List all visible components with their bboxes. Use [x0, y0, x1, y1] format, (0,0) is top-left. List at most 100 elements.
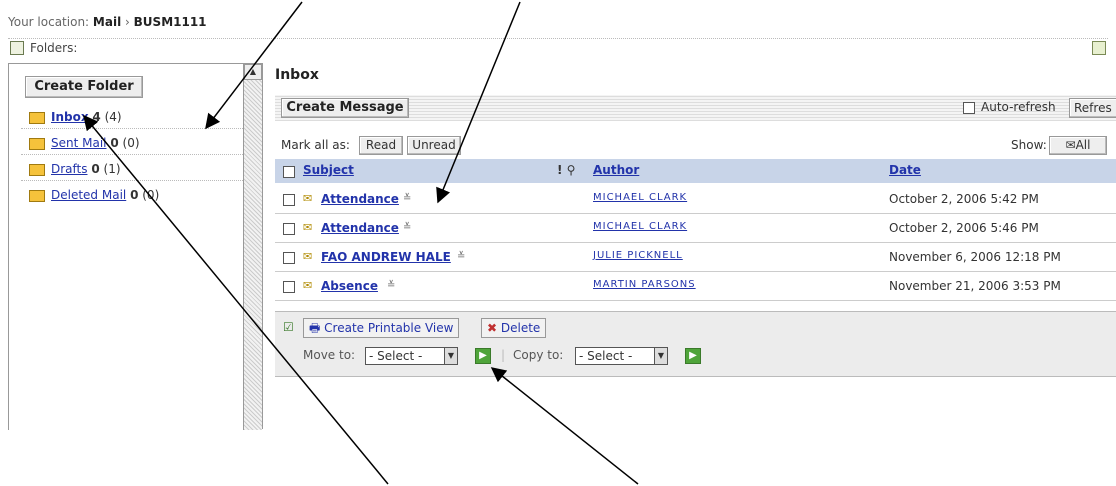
message-date: November 21, 2006 3:53 PM	[889, 279, 1061, 293]
sidebar-item-label[interactable]: Inbox	[51, 110, 89, 124]
divider: |	[501, 348, 506, 362]
mark-all-label: Mark all as:	[281, 138, 350, 152]
delete-label: Delete	[500, 321, 541, 335]
context-menu-icon[interactable]: ≚	[457, 251, 465, 262]
move-to-select[interactable]: - Select - ▼	[365, 347, 458, 365]
delete-icon: ✖	[487, 321, 498, 335]
sidebar-item-drafts[interactable]: Drafts 0 (1)	[21, 162, 245, 182]
date-column-header[interactable]: Date	[889, 163, 921, 177]
context-menu-icon[interactable]: ≚	[403, 222, 411, 233]
table-header: Subject ! ⚲ Author Date	[275, 159, 1116, 183]
move-to-value: - Select -	[369, 349, 423, 363]
message-subject[interactable]: Absence	[321, 279, 378, 293]
breadcrumb-course: BUSM1111	[133, 15, 207, 29]
message-author[interactable]: JULIE PICKNELL	[593, 250, 683, 261]
author-column-header[interactable]: Author	[593, 163, 639, 177]
breadcrumb-prefix: Your location:	[8, 15, 90, 29]
total-count: (4)	[104, 110, 122, 124]
create-printable-view-button[interactable]: 🖶 Create Printable View	[303, 318, 460, 338]
move-go-button[interactable]: ▶	[475, 348, 491, 364]
total-count: (0)	[142, 188, 160, 202]
row-checkbox[interactable]	[283, 194, 295, 206]
folder-icon	[29, 163, 45, 176]
mark-unread-button[interactable]: Unread	[407, 136, 461, 155]
show-value: All	[1075, 138, 1091, 152]
context-menu-icon[interactable]: ≚	[403, 193, 411, 204]
message-author[interactable]: MICHAEL CLARK	[593, 192, 687, 203]
folder-icon	[29, 137, 45, 150]
breadcrumb: Your location: Mail › BUSM1111	[8, 15, 207, 29]
open-folder-icon	[29, 111, 45, 124]
table-row[interactable]: ✉ Attendance ≚ MICHAEL CLARK October 2, …	[275, 214, 1116, 243]
scroll-up-arrow-icon[interactable]: ▲	[244, 64, 262, 80]
sidebar-item-deleted-mail[interactable]: Deleted Mail 0 (0)	[29, 188, 239, 208]
message-subject[interactable]: Attendance	[321, 221, 399, 235]
page-title: Inbox	[275, 67, 319, 83]
breadcrumb-mail[interactable]: Mail	[93, 15, 121, 29]
sidebar-item-sent-mail[interactable]: Sent Mail 0 (0)	[21, 136, 245, 156]
unread-count: 4	[92, 110, 101, 124]
flags-column-header: ! ⚲	[557, 163, 576, 177]
row-checkbox[interactable]	[283, 281, 295, 293]
message-date: November 6, 2006 12:18 PM	[889, 250, 1061, 264]
sidebar-item-label[interactable]: Deleted Mail	[51, 188, 126, 202]
table-row[interactable]: ✉ Absence ≚ MARTIN PARSONS November 21, …	[275, 272, 1116, 301]
mark-read-button[interactable]: Read	[359, 136, 403, 155]
envelope-icon: ✉	[303, 279, 313, 292]
unread-count: 0	[130, 188, 139, 202]
sidebar-scrollbar[interactable]: ▲	[243, 64, 262, 430]
breadcrumb-separator: ›	[125, 15, 130, 29]
table-row[interactable]: ✉ Attendance ≚ MICHAEL CLARK October 2, …	[275, 185, 1116, 214]
inbox-panel: Inbox Create Message Auto-refresh Refres…	[262, 63, 1116, 429]
copy-to-value: - Select -	[579, 349, 633, 363]
envelope-filter-icon: ✉	[1065, 138, 1076, 152]
row-checkbox[interactable]	[283, 252, 295, 264]
copy-go-button[interactable]: ▶	[685, 348, 701, 364]
check-all-icon[interactable]: ☑	[283, 320, 294, 334]
folder-icon	[29, 189, 45, 202]
sidebar-item-inbox[interactable]: Inbox 4 (4)	[21, 110, 245, 130]
message-author[interactable]: MARTIN PARSONS	[593, 279, 696, 290]
chevron-down-icon: ▼	[444, 348, 457, 364]
action-bar: ☑ 🖶 Create Printable View ✖ Delete Move …	[275, 311, 1116, 377]
select-all-checkbox[interactable]	[283, 166, 295, 178]
total-count: (1)	[103, 162, 121, 176]
printable-view-label: Create Printable View	[324, 321, 454, 335]
folders-toggle-icon[interactable]	[10, 41, 24, 55]
auto-refresh-label: Auto-refresh	[981, 100, 1056, 114]
auto-refresh-checkbox[interactable]	[963, 102, 975, 114]
chevron-down-icon: ▼	[654, 348, 667, 364]
sidebar-item-label[interactable]: Drafts	[51, 162, 88, 176]
message-date: October 2, 2006 5:42 PM	[889, 192, 1039, 206]
row-checkbox[interactable]	[283, 223, 295, 235]
sidebar-item-label[interactable]: Sent Mail	[51, 136, 107, 150]
copy-to-select[interactable]: - Select - ▼	[575, 347, 668, 365]
context-menu-icon[interactable]: ≚	[387, 280, 395, 291]
copy-to-label: Copy to:	[513, 348, 564, 362]
message-subject[interactable]: FAO ANDREW HALE	[321, 250, 451, 264]
printer-icon: 🖶	[309, 321, 321, 335]
message-subject[interactable]: Attendance	[321, 192, 399, 206]
message-author[interactable]: MICHAEL CLARK	[593, 221, 687, 232]
delete-button[interactable]: ✖ Delete	[481, 318, 547, 338]
export-icon[interactable]	[1092, 41, 1106, 55]
show-filter-select[interactable]: ✉All	[1049, 136, 1107, 155]
mark-all-bar: Mark all as: Read Unread Show: ✉All	[275, 135, 1116, 157]
folders-label: Folders:	[30, 41, 78, 55]
message-toolbar: Create Message Auto-refresh Refres	[275, 95, 1116, 121]
folders-bar: Folders:	[8, 38, 1108, 57]
message-date: October 2, 2006 5:46 PM	[889, 221, 1039, 235]
unread-count: 0	[91, 162, 100, 176]
refresh-button[interactable]: Refres	[1069, 98, 1116, 118]
subject-column-header[interactable]: Subject	[303, 163, 354, 177]
unread-count: 0	[110, 136, 119, 150]
total-count: (0)	[122, 136, 140, 150]
folder-sidebar: Create Folder Inbox 4 (4) Sent Mail 0 (0…	[8, 63, 262, 430]
show-label: Show:	[1011, 138, 1047, 152]
create-message-button[interactable]: Create Message	[281, 98, 409, 118]
envelope-icon: ✉	[303, 192, 313, 205]
envelope-icon: ✉	[303, 250, 313, 263]
move-to-label: Move to:	[303, 348, 356, 362]
create-folder-button[interactable]: Create Folder	[25, 76, 143, 98]
table-row[interactable]: ✉ FAO ANDREW HALE ≚ JULIE PICKNELL Novem…	[275, 243, 1116, 272]
